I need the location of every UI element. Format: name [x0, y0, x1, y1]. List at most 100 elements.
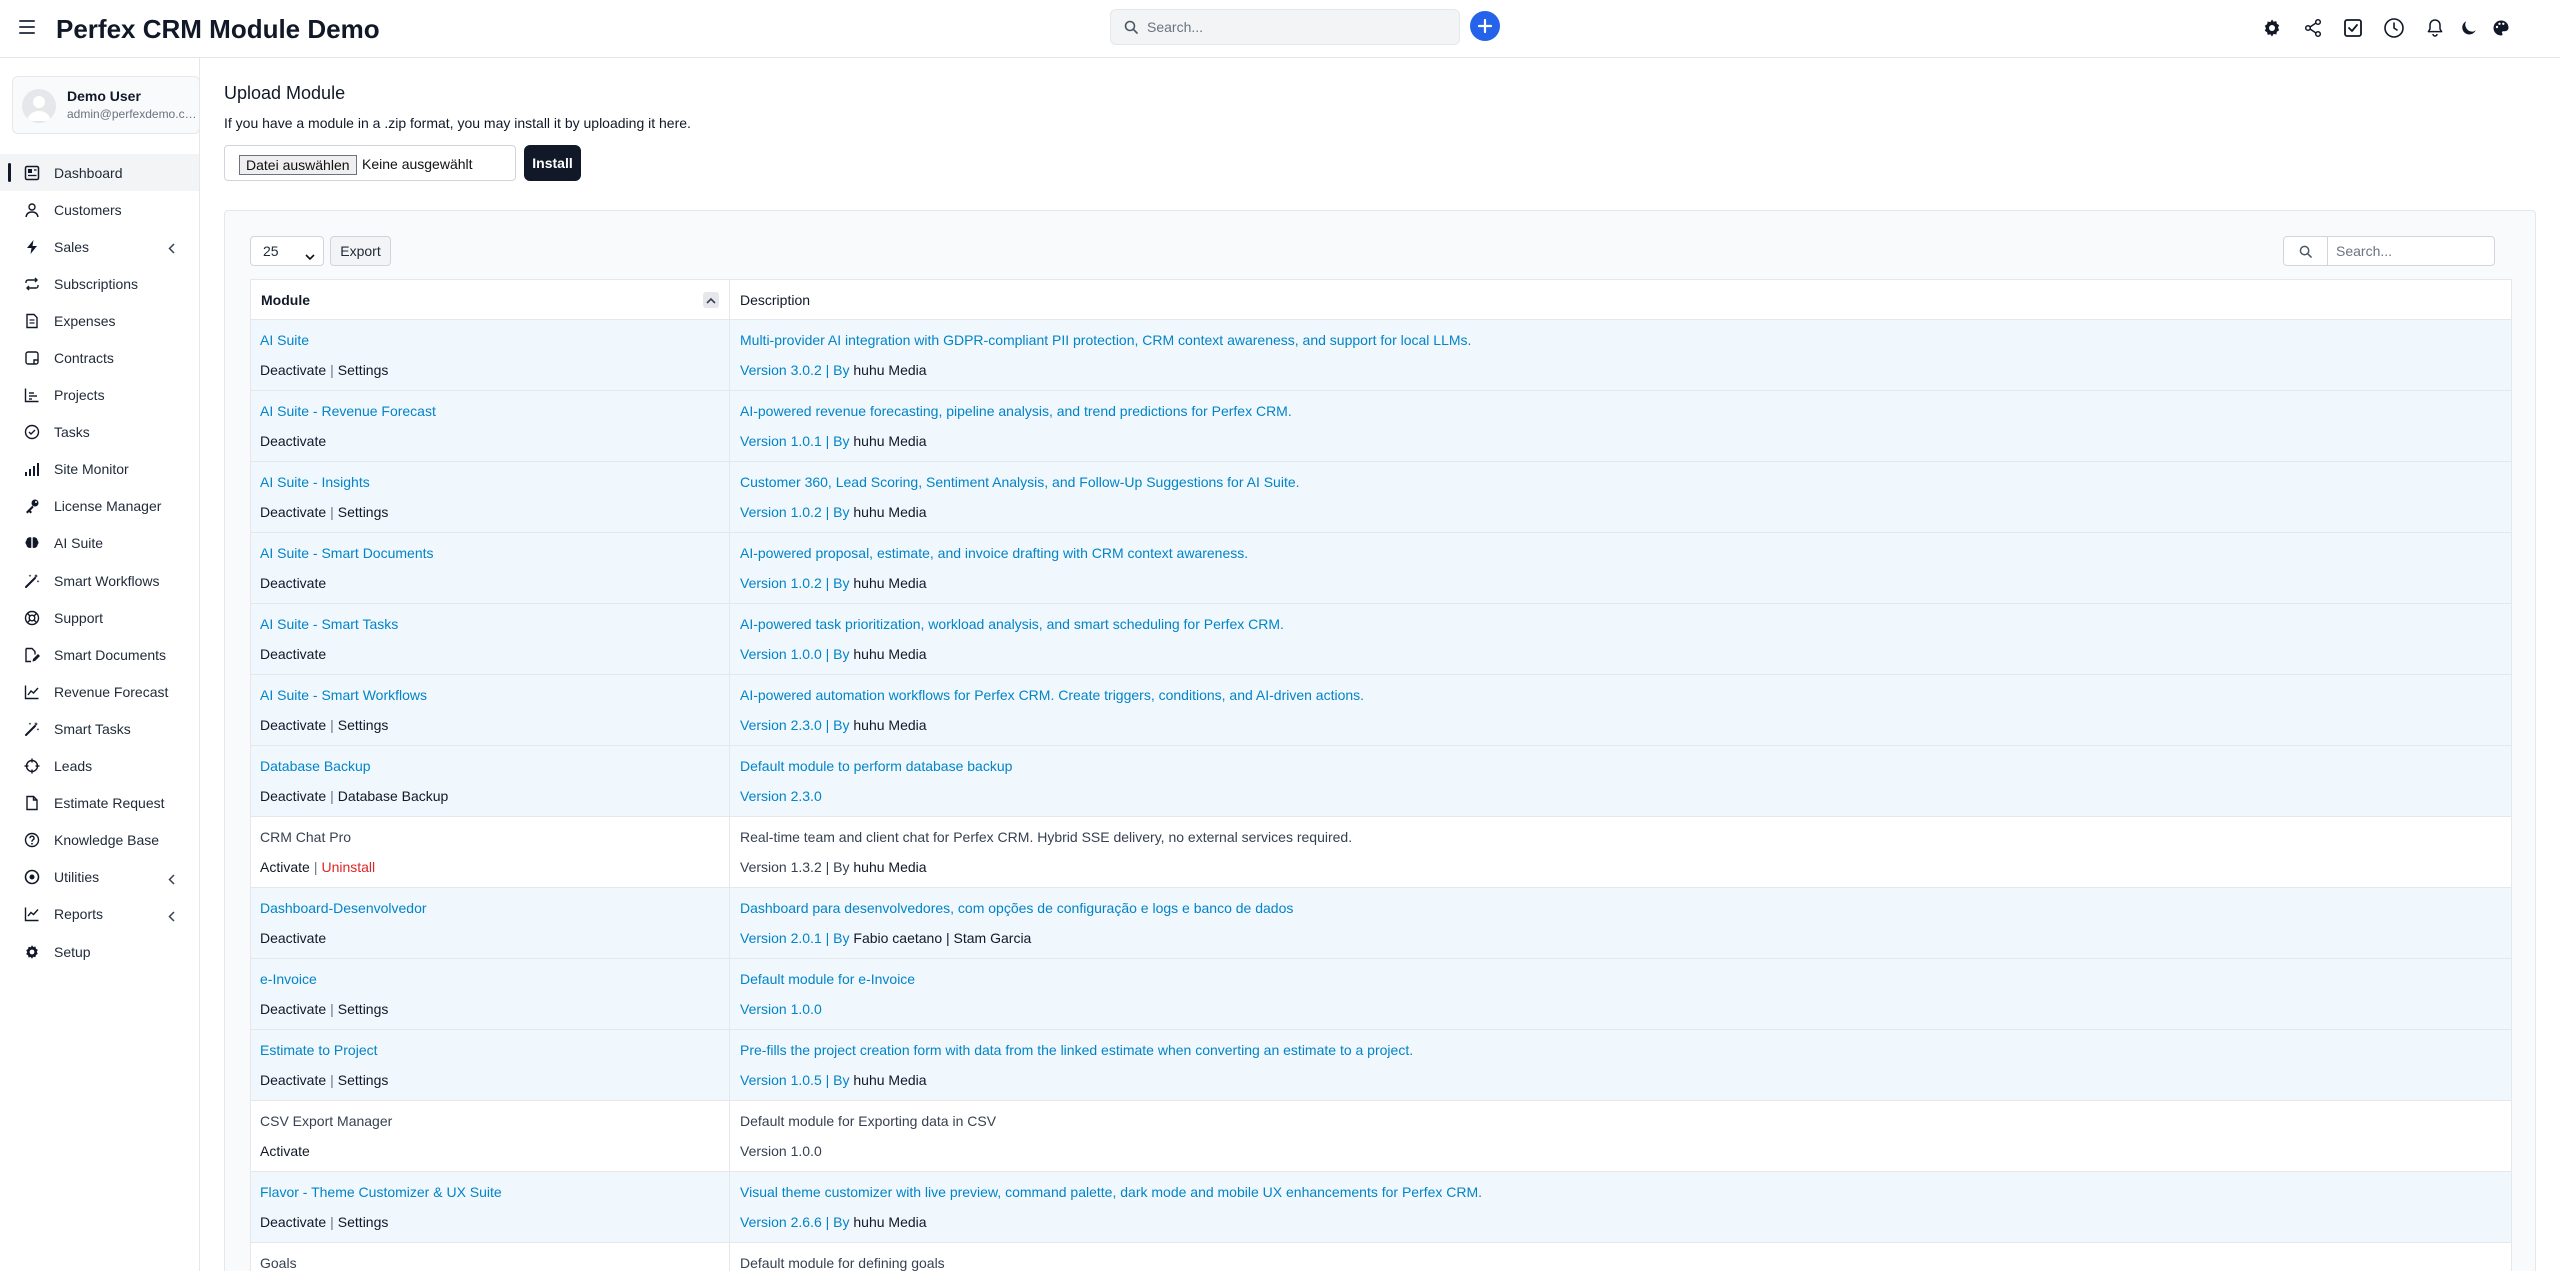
sidebar-item-leads[interactable]: Leads [0, 748, 199, 785]
choose-file-button[interactable]: Datei auswählen [239, 155, 357, 175]
sidebar-item-expenses[interactable]: Expenses [0, 302, 199, 339]
sidebar-item-contracts[interactable]: Contracts [0, 339, 199, 376]
sidebar-item-utilities[interactable]: Utilities [0, 859, 199, 896]
deactivate-link[interactable]: Deactivate [260, 1072, 326, 1088]
activate-link[interactable]: Activate [260, 1143, 310, 1159]
table-row: Flavor - Theme Customizer & UX Suite Deac… [251, 1172, 2511, 1243]
bell-icon[interactable] [2421, 14, 2449, 42]
module-author[interactable]: huhu Media [853, 646, 926, 662]
module-actions: Deactivate | Database Backup [260, 788, 449, 804]
search-input[interactable] [1147, 10, 1447, 44]
sidebar-item-ai-suite[interactable]: AI Suite [0, 525, 199, 562]
settings-link[interactable]: Settings [338, 504, 389, 520]
sidebar-item-tasks[interactable]: Tasks [0, 414, 199, 451]
module-name[interactable]: Goals [260, 1255, 297, 1271]
sidebar-item-reports[interactable]: Reports [0, 896, 199, 933]
database-backup-link[interactable]: Database Backup [338, 788, 449, 804]
module-name[interactable]: Estimate to Project [260, 1042, 378, 1058]
module-name[interactable]: AI Suite - Smart Documents [260, 545, 434, 561]
column-header-description[interactable]: Description [740, 292, 810, 308]
module-author[interactable]: huhu Media [853, 717, 926, 733]
sidebar-item-smart-documents[interactable]: Smart Documents [0, 636, 199, 673]
module-name[interactable]: e-Invoice [260, 971, 317, 987]
checkbox-tasks-icon[interactable] [2339, 14, 2367, 42]
deactivate-link[interactable]: Deactivate [260, 362, 326, 378]
sidebar-item-revenue-forecast[interactable]: Revenue Forecast [0, 673, 199, 710]
settings-link[interactable]: Settings [338, 1072, 389, 1088]
sort-ascending-icon[interactable] [703, 292, 719, 308]
sidebar-item-smart-workflows[interactable]: Smart Workflows [0, 562, 199, 599]
module-author[interactable]: huhu Media [853, 504, 926, 520]
module-name[interactable]: Database Backup [260, 758, 371, 774]
module-name[interactable]: AI Suite [260, 332, 309, 348]
module-name[interactable]: AI Suite - Smart Tasks [260, 616, 398, 632]
deactivate-link[interactable]: Deactivate [260, 433, 326, 449]
user-card[interactable]: Demo User admin@perfexdemo.com [12, 76, 201, 134]
module-author[interactable]: huhu Media [853, 1072, 926, 1088]
clock-icon[interactable] [2380, 14, 2408, 42]
install-button[interactable]: Install [524, 145, 581, 181]
deactivate-link[interactable]: Deactivate [260, 1214, 326, 1230]
sidebar-item-dashboard[interactable]: Dashboard [0, 154, 199, 192]
menu-toggle-icon[interactable] [19, 20, 35, 34]
settings-link[interactable]: Settings [338, 362, 389, 378]
module-name[interactable]: AI Suite - Smart Workflows [260, 687, 427, 703]
activate-link[interactable]: Activate [260, 859, 310, 875]
sidebar-item-estimate-request[interactable]: Estimate Request [0, 785, 199, 822]
deactivate-link[interactable]: Deactivate [260, 717, 326, 733]
sidebar-item-setup[interactable]: Setup [0, 933, 199, 970]
sidebar-item-sales[interactable]: Sales [0, 228, 199, 265]
sidebar-item-projects[interactable]: Projects [0, 377, 199, 414]
column-header-module[interactable]: Module [261, 292, 310, 308]
module-author[interactable]: Fabio caetano | Stam Garcia [853, 930, 1031, 946]
table-row: CSV Export Manager Activate Default module… [251, 1101, 2511, 1172]
deactivate-link[interactable]: Deactivate [260, 930, 326, 946]
settings-link[interactable]: Settings [338, 1214, 389, 1230]
file-input[interactable]: Datei auswählen Keine ausgewählt [224, 145, 516, 181]
sidebar-item-support[interactable]: Support [0, 599, 199, 636]
module-name[interactable]: Flavor - Theme Customizer & UX Suite [260, 1184, 502, 1200]
moon-icon[interactable] [2455, 14, 2483, 42]
palette-icon[interactable] [2487, 14, 2515, 42]
dot-circle-icon [22, 867, 42, 887]
module-author[interactable]: huhu Media [853, 362, 926, 378]
sidebar-item-subscriptions[interactable]: Subscriptions [0, 265, 199, 302]
deactivate-link[interactable]: Deactivate [260, 646, 326, 662]
table-search-input[interactable] [2336, 237, 2486, 265]
module-name[interactable]: CRM Chat Pro [260, 829, 351, 845]
module-author[interactable]: huhu Media [853, 433, 926, 449]
uninstall-link[interactable]: Uninstall [321, 859, 375, 875]
share-icon[interactable] [2299, 14, 2327, 42]
module-name[interactable]: Dashboard-Desenvolvedor [260, 900, 427, 916]
quick-create-button[interactable] [1470, 11, 1500, 41]
sidebar-item-customers[interactable]: Customers [0, 191, 199, 228]
module-author[interactable]: huhu Media [853, 859, 926, 875]
sidebar-item-knowledge-base[interactable]: Knowledge Base [0, 822, 199, 859]
sidebar-item-license-manager[interactable]: License Manager [0, 488, 199, 525]
module-name[interactable]: AI Suite - Insights [260, 474, 370, 490]
deactivate-link[interactable]: Deactivate [260, 788, 326, 804]
module-name[interactable]: AI Suite - Revenue Forecast [260, 403, 436, 419]
module-name[interactable]: CSV Export Manager [260, 1113, 392, 1129]
global-search[interactable] [1110, 9, 1460, 45]
line-chart-icon [22, 682, 42, 702]
gear-icon[interactable] [2258, 14, 2286, 42]
sidebar-item-label: Utilities [54, 869, 100, 886]
module-version: Version 1.3.2 [740, 859, 822, 875]
module-description: Multi-provider AI integration with GDPR-… [740, 332, 1472, 348]
deactivate-link[interactable]: Deactivate [260, 575, 326, 591]
settings-link[interactable]: Settings [338, 717, 389, 733]
module-author[interactable]: huhu Media [853, 1214, 926, 1230]
table-search[interactable] [2283, 236, 2495, 266]
sidebar-item-site-monitor[interactable]: Site Monitor [0, 451, 199, 488]
file-icon [22, 793, 42, 813]
module-version: Version 1.0.2 [740, 575, 822, 591]
settings-link[interactable]: Settings [338, 1001, 389, 1017]
deactivate-link[interactable]: Deactivate [260, 1001, 326, 1017]
export-button[interactable]: Export [330, 236, 391, 266]
sidebar-item-smart-tasks[interactable]: Smart Tasks [0, 710, 199, 747]
module-author[interactable]: huhu Media [853, 575, 926, 591]
deactivate-link[interactable]: Deactivate [260, 504, 326, 520]
module-version-info: Version 2.0.1 | By Fabio caetano | Stam … [740, 930, 1032, 946]
page-length-select[interactable]: 25 [250, 236, 324, 266]
